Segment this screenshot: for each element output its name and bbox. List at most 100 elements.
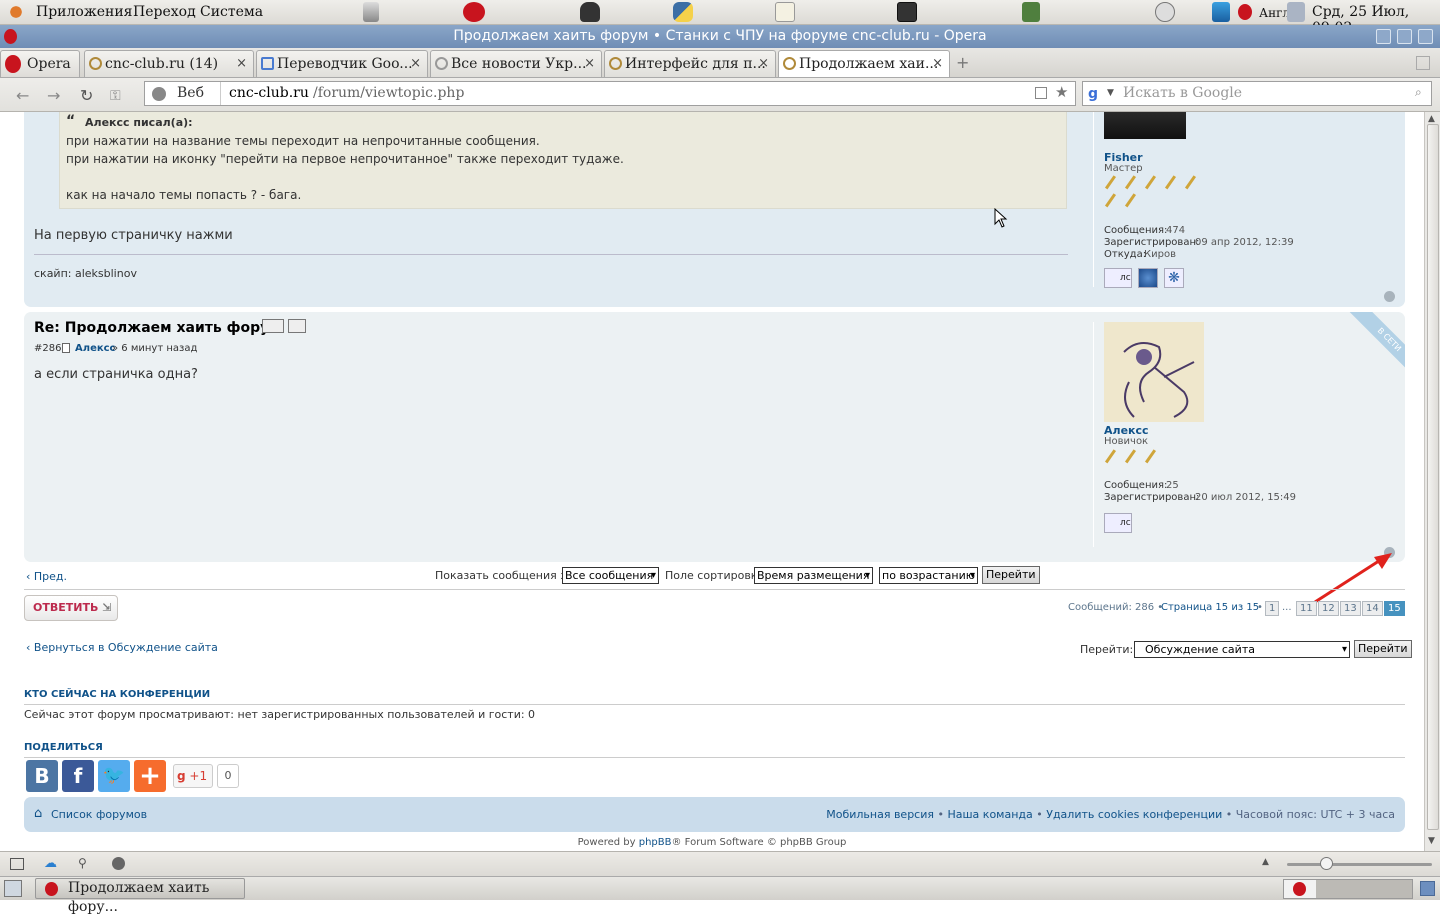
- tab-close-icon[interactable]: ×: [236, 51, 247, 77]
- keyboard-layout[interactable]: Англ: [1259, 6, 1290, 20]
- menu-places[interactable]: Переход: [133, 4, 196, 20]
- trash-applet-icon[interactable]: [1420, 881, 1435, 896]
- icq-icon[interactable]: ❋: [1164, 268, 1184, 288]
- phpbb-link[interactable]: phpBB: [639, 837, 672, 848]
- jump-select[interactable]: Обсуждение сайта: [1134, 641, 1350, 658]
- page-13[interactable]: 13: [1340, 601, 1361, 616]
- menu-system[interactable]: Система: [200, 4, 263, 20]
- search-field[interactable]: g ▼ Искать в Google ⌕: [1082, 81, 1432, 106]
- taskbar-window-button[interactable]: Продолжаем хаить фору...: [35, 878, 245, 915]
- gplus-button[interactable]: g +1: [173, 764, 213, 788]
- tab-google-translate[interactable]: Переводчик Goo... ×: [256, 50, 428, 77]
- key-icon[interactable]: ⚿: [110, 88, 121, 104]
- text-editor-launcher-icon[interactable]: [775, 2, 795, 22]
- workspace-switcher[interactable]: [1283, 879, 1413, 899]
- panel-toggle-icon[interactable]: [10, 858, 24, 870]
- order-select[interactable]: по возрастанию: [879, 567, 978, 584]
- tab-close-icon[interactable]: ×: [410, 51, 421, 77]
- pm-button[interactable]: лс: [1104, 513, 1132, 533]
- chevron-down-icon[interactable]: ▼: [1107, 88, 1114, 98]
- prev-link[interactable]: ‹ Пред.: [26, 570, 67, 583]
- scroll-thumb[interactable]: [1427, 124, 1439, 830]
- sync-icon[interactable]: [1212, 2, 1230, 22]
- back-icon[interactable]: ←: [16, 86, 29, 105]
- profile-icon[interactable]: [288, 319, 306, 333]
- show-desktop-icon[interactable]: [4, 880, 22, 897]
- launcher-tool-icon[interactable]: [363, 2, 379, 22]
- opera-menu-button[interactable]: Opera: [0, 50, 80, 77]
- page-of[interactable]: Страница 15 из 15: [1161, 602, 1259, 613]
- forward-icon[interactable]: →: [47, 86, 60, 105]
- python-launcher-icon[interactable]: [673, 2, 693, 22]
- search-icon[interactable]: ⌕: [1415, 85, 1422, 100]
- tab-close-icon[interactable]: ×: [758, 51, 769, 77]
- zoom-up-icon[interactable]: ▲: [1262, 857, 1269, 867]
- tab-news[interactable]: Все новости Укр... ×: [430, 50, 602, 77]
- team-link[interactable]: Наша команда: [947, 808, 1032, 821]
- twitter-share-button[interactable]: 🐦: [98, 760, 130, 792]
- page-12[interactable]: 12: [1318, 601, 1339, 616]
- zoom-slider[interactable]: [1287, 863, 1432, 866]
- bookmark-star-icon[interactable]: ★: [1055, 83, 1068, 101]
- shutdown-icon[interactable]: [1155, 2, 1175, 22]
- website-icon[interactable]: [1138, 268, 1158, 288]
- rss-icon[interactable]: [1035, 87, 1047, 99]
- opera-link-icon[interactable]: ☁: [44, 856, 57, 871]
- addthis-share-button[interactable]: +: [134, 760, 166, 792]
- unite-icon[interactable]: ⚲: [78, 856, 87, 870]
- trash-icon[interactable]: [1416, 56, 1430, 70]
- close-window-button[interactable]: [1418, 29, 1433, 44]
- google-icon[interactable]: g: [1088, 86, 1098, 102]
- new-tab-icon[interactable]: +: [956, 55, 972, 72]
- sort-go-button[interactable]: Перейти: [982, 566, 1040, 584]
- network-icon[interactable]: [1287, 2, 1305, 22]
- profile-posts[interactable]: 474: [1166, 225, 1185, 236]
- zoom-slider-handle[interactable]: [1320, 857, 1333, 870]
- profile-from-label: Откуда:: [1104, 249, 1147, 260]
- vk-share-button[interactable]: В: [26, 760, 58, 792]
- opera-launcher-icon[interactable]: [463, 2, 485, 22]
- post-author[interactable]: Алексс: [75, 343, 116, 354]
- jump-go-button[interactable]: Перейти: [1354, 640, 1412, 658]
- back-to-top-icon[interactable]: [1384, 291, 1395, 302]
- scroll-down-icon[interactable]: ▼: [1428, 836, 1435, 846]
- post-number[interactable]: #286: [34, 343, 61, 354]
- profile-posts[interactable]: 25: [1166, 480, 1179, 491]
- back-to-forum-link[interactable]: ‹ Вернуться в Обсуждение сайта: [26, 641, 218, 654]
- page-1[interactable]: 1: [1265, 601, 1280, 616]
- calculator-launcher-icon[interactable]: [1022, 2, 1040, 22]
- page-14[interactable]: 14: [1362, 601, 1383, 616]
- pm-button[interactable]: лс: [1104, 268, 1132, 288]
- vertical-scrollbar[interactable]: ▲ ▼: [1424, 112, 1440, 851]
- reload-icon[interactable]: ↻: [80, 86, 93, 105]
- maximize-button[interactable]: [1397, 29, 1412, 44]
- terminal-launcher-icon[interactable]: [897, 2, 917, 22]
- address-field[interactable]: Веб cnc-club.ru /forum/viewtopic.php ★: [144, 81, 1076, 106]
- mobile-link[interactable]: Мобильная версия: [826, 808, 934, 821]
- minimize-button[interactable]: [1376, 29, 1391, 44]
- delete-cookies-link[interactable]: Удалить cookies конференции: [1046, 808, 1222, 821]
- opera-window-icon[interactable]: [4, 29, 17, 44]
- avatar[interactable]: [1104, 112, 1186, 139]
- window-titlebar[interactable]: Продолжаем хаить форум • Станки с ЧПУ на…: [0, 25, 1440, 48]
- page-11[interactable]: 11: [1296, 601, 1317, 616]
- post-title[interactable]: Re: Продолжаем хаить форум: [34, 320, 281, 336]
- avatar[interactable]: [1104, 322, 1204, 422]
- menu-applications[interactable]: Приложения: [36, 4, 132, 20]
- ubuntu-logo-icon[interactable]: [6, 2, 26, 22]
- scroll-up-icon[interactable]: ▲: [1428, 114, 1435, 124]
- sort-select[interactable]: Время размещения: [754, 567, 873, 584]
- opera-tray-icon[interactable]: [1238, 4, 1252, 20]
- forum-index-link[interactable]: Список форумов: [51, 808, 147, 821]
- link-icon[interactable]: [262, 319, 284, 333]
- tab-interface[interactable]: Интерфейс для п... ×: [604, 50, 776, 77]
- tab-cnc-club[interactable]: cnc-club.ru (14) ×: [84, 50, 254, 77]
- reply-button[interactable]: ОТВЕТИТЬ ⇲: [24, 595, 118, 621]
- tab-close-icon[interactable]: ×: [932, 51, 943, 77]
- show-select[interactable]: Все сообщения: [562, 567, 659, 584]
- tab-close-icon[interactable]: ×: [584, 51, 595, 77]
- tab-active-forum[interactable]: Продолжаем хаи... ×: [778, 50, 950, 77]
- penguin-launcher-icon[interactable]: [580, 2, 600, 22]
- turbo-icon[interactable]: [112, 857, 125, 870]
- facebook-share-button[interactable]: f: [62, 760, 94, 792]
